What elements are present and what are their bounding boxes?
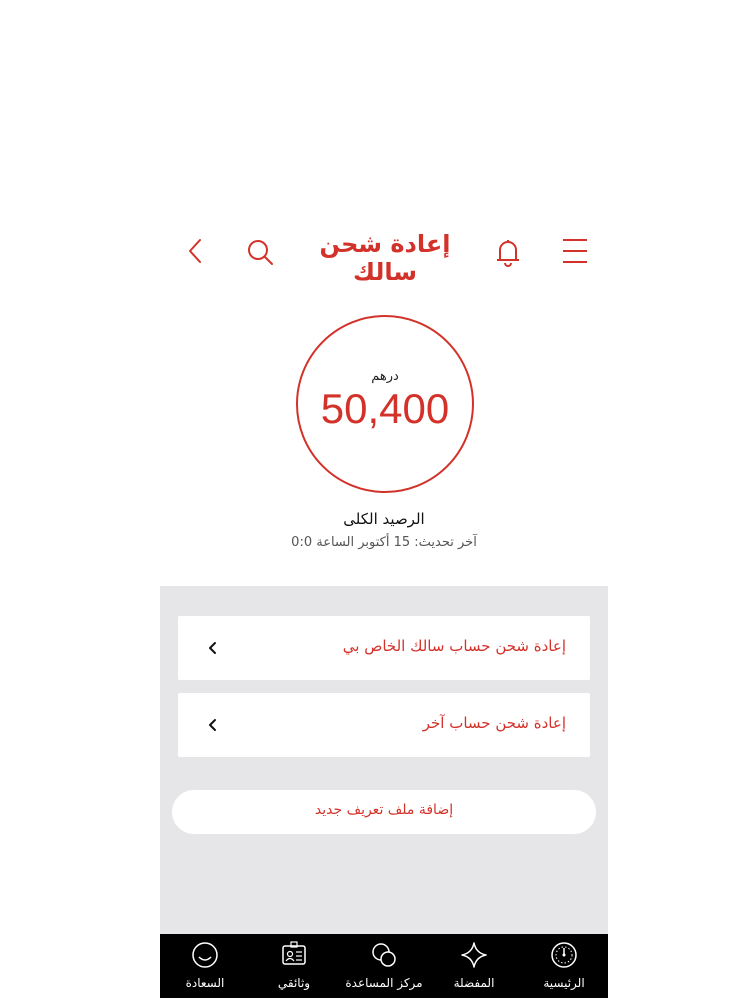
header: إعادة شحن سالك <box>160 218 608 286</box>
tab-home[interactable]: الرئيسية <box>519 934 608 998</box>
tab-help-center-label: مركز المساعدة <box>345 976 423 990</box>
page-title: إعادة شحن سالك <box>319 230 451 286</box>
last-update-text: آخر تحديث: 15 أكتوبر الساعة 0:0 <box>291 535 477 550</box>
recharge-other-account-label: إعادة شحن حساب آخر <box>422 714 566 732</box>
chevron-left-icon <box>206 640 218 656</box>
smiley-icon <box>192 942 218 968</box>
tab-home-label: الرئيسية <box>543 976 585 990</box>
tab-documents-label: وثائقي <box>277 976 311 990</box>
total-balance-label: الرصيد الكلى <box>343 510 425 528</box>
tab-happiness[interactable]: السعادة <box>160 934 250 998</box>
currency-label: درهم <box>371 369 399 384</box>
star-sparkle-icon <box>461 942 487 968</box>
actions-section: إعادة شحن حساب سالك الخاص بي إعادة شحن ح… <box>160 586 608 934</box>
id-card-icon <box>282 941 306 965</box>
tab-happiness-label: السعادة <box>185 976 225 990</box>
balance-circle: درهم 50,400 <box>296 315 474 493</box>
menu-icon[interactable] <box>555 232 595 272</box>
app-screen: إعادة شحن سالك درهم 50,400 الرصيد الكلى … <box>160 218 608 1000</box>
tab-favorites-label: المفضلة <box>453 976 495 990</box>
tab-help-center[interactable]: مركز المساعدة <box>339 934 429 998</box>
search-icon[interactable] <box>240 232 280 272</box>
back-icon[interactable] <box>176 232 216 272</box>
chat-bubbles-icon <box>372 943 396 967</box>
chevron-left-icon <box>206 717 218 733</box>
tab-favorites[interactable]: المفضلة <box>429 934 519 998</box>
add-profile-button[interactable]: إضافة ملف تعريف جديد <box>172 790 596 834</box>
bottom-tab-bar: الرئيسية المفضلة مركز المساعدة وثائقي ال… <box>160 934 608 998</box>
recharge-my-account-card[interactable]: إعادة شحن حساب سالك الخاص بي <box>178 616 590 680</box>
balance-amount: 50,400 <box>320 385 450 432</box>
add-profile-label: إضافة ملف تعريف جديد <box>314 802 454 818</box>
speedometer-icon <box>551 942 577 968</box>
tab-documents[interactable]: وثائقي <box>249 934 339 998</box>
recharge-my-account-label: إعادة شحن حساب سالك الخاص بي <box>342 637 566 655</box>
recharge-other-account-card[interactable]: إعادة شحن حساب آخر <box>178 693 590 757</box>
bell-icon[interactable] <box>488 232 528 272</box>
